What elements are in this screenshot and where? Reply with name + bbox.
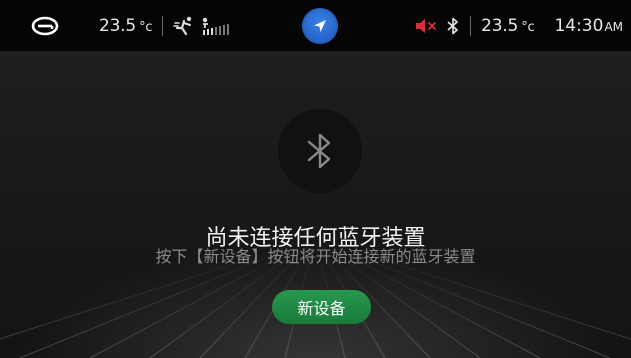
status-separator-right [470, 15, 472, 36]
status-right: 23.5 °c 14:30AM [414, 0, 631, 51]
clock-time: 14:30 [554, 15, 604, 36]
cabin-temp-right-unit: °c [521, 19, 535, 35]
status-separator [162, 15, 164, 36]
status-left: 23.5 °c [0, 0, 233, 51]
navigation-button[interactable] [303, 9, 337, 43]
cabin-temp-left[interactable]: 23.5 °c [99, 15, 153, 36]
cabin-temp-left-value: 23.5 [99, 15, 137, 36]
bluetooth-icon [307, 133, 331, 169]
fan-icon[interactable] [173, 16, 195, 36]
new-device-button[interactable]: 新设备 [272, 290, 371, 324]
no-device-hint: 按下【新设备】按钮将开始连接新的蓝牙装置 [155, 247, 476, 266]
navigation-icon [314, 20, 326, 32]
bluetooth-icon-circle [278, 109, 362, 193]
fan-level-icon[interactable] [201, 16, 233, 36]
clock: 14:30AM [554, 16, 623, 36]
cabin-temp-right[interactable]: 23.5 °c [481, 15, 535, 36]
bluetooth-status-icon[interactable] [446, 16, 460, 36]
cabin-temp-left-unit: °c [139, 19, 153, 35]
status-bar: 23.5 °c 23.5 °c 14:30AM [0, 0, 631, 51]
car-logo-icon[interactable] [31, 15, 59, 37]
mute-icon[interactable] [414, 16, 440, 36]
clock-ampm: AM [604, 19, 623, 34]
screen: 23.5 °c 23.5 °c 14:30AM 尚未连接任何蓝牙装置 按下【新设… [0, 0, 631, 358]
cabin-temp-right-value: 23.5 [481, 15, 519, 36]
